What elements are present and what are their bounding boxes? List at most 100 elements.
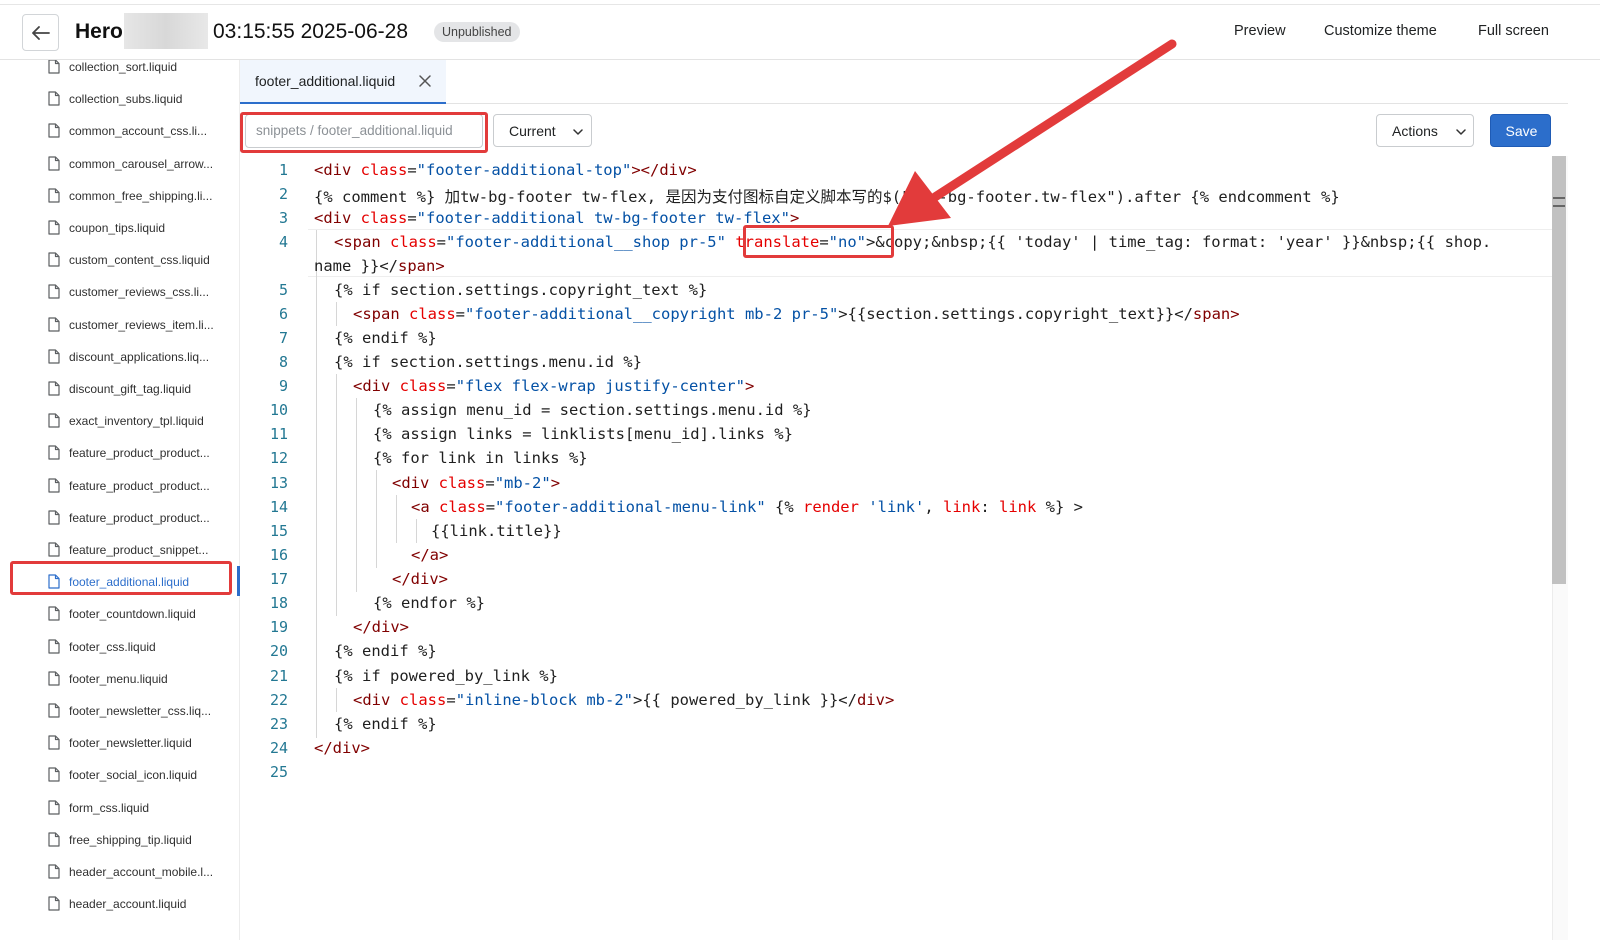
- file-item[interactable]: header_account_mobile.l...: [12, 857, 236, 887]
- file-item[interactable]: header_account.liquid: [12, 889, 236, 919]
- file-name: form_css.liquid: [69, 800, 150, 815]
- file-icon: [48, 735, 60, 750]
- file-item[interactable]: footer_countdown.liquid: [12, 599, 236, 629]
- scroll-position-marker: [1553, 197, 1565, 207]
- chevron-down-icon: [1456, 129, 1466, 135]
- save-button[interactable]: Save: [1490, 114, 1551, 147]
- line-number: 10: [269, 401, 288, 419]
- file-name: common_carousel_arrow...: [69, 156, 214, 171]
- file-icon: [48, 413, 60, 428]
- indent-guide: [356, 398, 357, 592]
- status-badge: Unpublished: [434, 22, 520, 42]
- close-icon[interactable]: [418, 74, 432, 88]
- file-item[interactable]: collection_subs.liquid: [12, 84, 236, 114]
- code-line-23: {% endif %}: [334, 715, 437, 733]
- code-editor[interactable]: 1 2 3 4 5 6 7 8 9 10 11 12 13 14 15 16 17 18 19 20 21 22 23 24 2…: [240, 156, 1552, 940]
- file-name: common_free_shipping.li...: [69, 188, 213, 203]
- code-line-17: </div>: [392, 570, 449, 588]
- file-item[interactable]: customer_reviews_css.li...: [12, 277, 236, 307]
- indent-guide: [336, 302, 337, 326]
- file-icon: [48, 188, 60, 203]
- redacted-area: [124, 13, 208, 49]
- line-number: 19: [269, 618, 288, 636]
- actions-dropdown[interactable]: Actions: [1376, 114, 1474, 147]
- file-icon: [48, 671, 60, 686]
- line-number: 7: [278, 329, 288, 347]
- file-item[interactable]: custom_content_css.liquid: [12, 245, 236, 275]
- file-item[interactable]: footer_newsletter_css.liq...: [12, 696, 236, 726]
- file-item[interactable]: collection_sort.liquid: [12, 60, 236, 82]
- back-button[interactable]: [22, 14, 59, 51]
- file-name: custom_content_css.liquid: [69, 253, 210, 268]
- file-name: header_account.liquid: [69, 897, 187, 912]
- file-icon: [48, 542, 60, 557]
- file-item[interactable]: common_free_shipping.li...: [12, 181, 236, 211]
- file-item[interactable]: footer_social_icon.liquid: [12, 760, 236, 790]
- file-item[interactable]: feature_product_product...: [12, 438, 236, 468]
- editor-scrollbar-thumb[interactable]: [1552, 156, 1566, 584]
- file-icon: [48, 381, 60, 396]
- file-name: free_shipping_tip.liquid: [69, 832, 192, 847]
- annotation-box-active-file: [10, 561, 232, 595]
- file-icon: [48, 349, 60, 364]
- line-number: 17: [269, 570, 288, 588]
- file-sidebar: collection_sort.liquid collection_subs.li…: [0, 60, 240, 940]
- code-line-4: <span class="footer-additional__shop pr-…: [334, 233, 1492, 251]
- save-label: Save: [1505, 123, 1538, 139]
- file-icon: [48, 316, 60, 332]
- file-item[interactable]: common_account_css.li...: [12, 116, 236, 146]
- line-number: 5: [278, 281, 288, 299]
- code-line-14: <a class="footer-additional-menu-link" {…: [411, 498, 1083, 516]
- code-line-20: {% endif %}: [334, 642, 437, 660]
- line-number: 4: [278, 233, 288, 251]
- customize-theme-button[interactable]: Customize theme: [1324, 23, 1437, 39]
- file-icon: [48, 510, 60, 525]
- file-item[interactable]: discount_applications.liq...: [12, 342, 236, 372]
- file-item[interactable]: exact_inventory_tpl.liquid: [12, 406, 236, 436]
- file-name: footer_social_icon.liquid: [69, 768, 198, 783]
- file-item[interactable]: footer_css.liquid: [12, 632, 236, 662]
- file-name: footer_css.liquid: [69, 639, 156, 654]
- indent-guide: [376, 470, 377, 568]
- code-line-9: <div class="flex flex-wrap justify-cente…: [353, 377, 755, 395]
- file-item[interactable]: customer_reviews_item.li...: [12, 310, 236, 340]
- line-number: 21: [269, 667, 288, 685]
- file-name: feature_product_product...: [69, 510, 210, 525]
- file-item[interactable]: footer_newsletter.liquid: [12, 728, 236, 758]
- code-line-3: <div class="footer-additional tw-bg-foot…: [314, 209, 800, 227]
- file-name: footer_newsletter_css.liq...: [69, 704, 212, 718]
- file-icon: [48, 799, 60, 815]
- file-name: discount_gift_tag.liquid: [69, 382, 192, 396]
- top-bar: Hero 03:15:55 2025-06-28 Unpublished Pre…: [0, 0, 1600, 60]
- file-icon: [48, 91, 60, 106]
- file-icon: [48, 123, 60, 138]
- file-item[interactable]: coupon_tips.liquid: [12, 213, 236, 243]
- file-item[interactable]: discount_gift_tag.liquid: [12, 374, 236, 404]
- line-number: 23: [269, 715, 288, 733]
- file-item[interactable]: feature_product_product...: [12, 503, 236, 533]
- file-name: customer_reviews_css.li...: [69, 285, 210, 300]
- full-screen-button[interactable]: Full screen: [1478, 23, 1549, 39]
- line-number: 22: [269, 691, 288, 709]
- code-line-12: {% for link in links %}: [373, 449, 588, 467]
- version-select[interactable]: Current: [493, 114, 592, 147]
- file-name: discount_applications.liq...: [69, 349, 210, 364]
- file-item[interactable]: free_shipping_tip.liquid: [12, 825, 236, 855]
- annotation-box-translate: [743, 225, 894, 258]
- file-item[interactable]: footer_menu.liquid: [12, 664, 236, 694]
- tab-footer-additional[interactable]: footer_additional.liquid: [240, 60, 446, 104]
- preview-button[interactable]: Preview: [1234, 23, 1286, 39]
- line-number: 6: [278, 305, 288, 323]
- theme-timestamp: 03:15:55 2025-06-28: [213, 20, 408, 43]
- file-item[interactable]: form_css.liquid: [12, 793, 236, 823]
- file-item[interactable]: feature_product_product...: [12, 471, 236, 501]
- line-number: 13: [269, 474, 288, 492]
- annotation-box-path: [240, 112, 488, 153]
- line-number: 15: [269, 522, 288, 540]
- indent-guide: [336, 374, 337, 616]
- file-name: footer_newsletter.liquid: [69, 736, 192, 751]
- version-select-value: Current: [509, 123, 556, 139]
- file-item[interactable]: common_carousel_arrow...: [12, 149, 236, 179]
- file-name: exact_inventory_tpl.liquid: [69, 414, 204, 429]
- file-name: footer_countdown.liquid: [69, 607, 196, 622]
